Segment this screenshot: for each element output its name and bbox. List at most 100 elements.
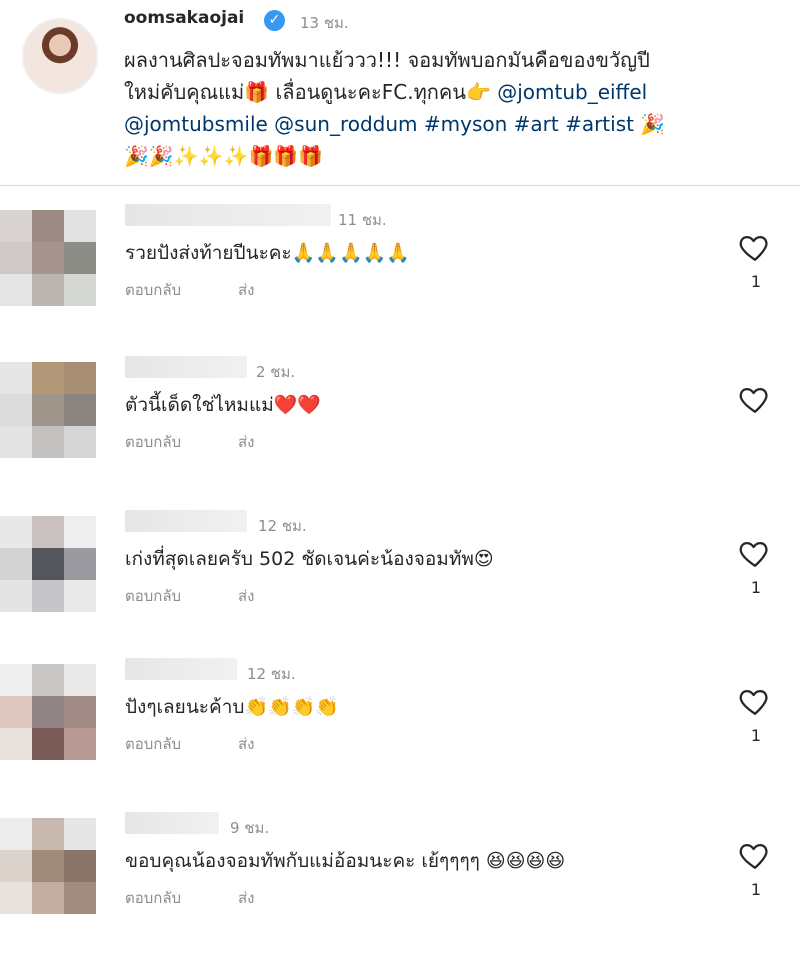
avatar-pixel [64, 242, 96, 274]
send-button[interactable]: ส่ง [238, 584, 254, 608]
avatar-pixel [32, 242, 64, 274]
avatar-pixel [32, 728, 64, 760]
comment-text: ปังๆเลยนะค้าบ👏👏👏👏 [125, 696, 340, 718]
send-button[interactable]: ส่ง [238, 278, 254, 302]
avatar-pixel [0, 850, 32, 882]
caption-line: ใหม่คับคุณแม่🎁 เลื่อนดูนะคะFC.ทุกคน👉 @jo… [124, 76, 784, 108]
avatar-pixel [0, 882, 32, 914]
avatar-pixel [64, 210, 96, 242]
comment-text: ตัวนี้เด็ดใช่ไหมแม่❤️❤️ [125, 394, 322, 416]
avatar-pixel [32, 696, 64, 728]
verified-icon: ✓ [264, 10, 285, 31]
comment-time[interactable]: 11 ชม. [338, 208, 387, 232]
avatar-pixel [64, 664, 96, 696]
avatar[interactable] [22, 18, 98, 94]
mention-link[interactable]: @jomtub_eiffel [497, 80, 647, 104]
avatar-pixel [32, 426, 64, 458]
heart-icon[interactable] [738, 684, 772, 718]
blurred-username[interactable] [125, 204, 331, 226]
post-caption: ผลงานศิลปะจอมทัพมาแย้ววว!!! จอมทัพบอกมัน… [124, 44, 784, 172]
avatar-pixel [32, 580, 64, 612]
avatar-pixel [64, 394, 96, 426]
avatar-pixel [32, 516, 64, 548]
avatar[interactable] [0, 210, 96, 306]
avatar-pixel [32, 210, 64, 242]
avatar-pixel [0, 818, 32, 850]
avatar-pixel [64, 850, 96, 882]
avatar-pixel [64, 818, 96, 850]
caption-line: @jomtubsmile @sun_roddum #myson #art #ar… [124, 108, 784, 140]
avatar-pixel [0, 362, 32, 394]
avatar-pixel [64, 548, 96, 580]
avatar-pixel [32, 362, 64, 394]
heart-icon[interactable] [738, 536, 772, 570]
caption-emoji: 🎉 [633, 112, 666, 136]
blurred-username[interactable] [125, 658, 237, 680]
avatar-pixel [32, 882, 64, 914]
tags-link[interactable]: @jomtubsmile @sun_roddum #myson #art #ar… [124, 112, 634, 136]
avatar-pixel [0, 394, 32, 426]
caption-text: ใหม่คับคุณแม่🎁 เลื่อนดูนะคะFC.ทุกคน👉 [124, 80, 498, 104]
avatar-pixel [64, 426, 96, 458]
comment-item: 11 ชม. รวยปังส่งท้ายปีนะคะ🙏🙏🙏🙏🙏 ตอบกลับ … [0, 200, 800, 350]
comment-time[interactable]: 12 ชม. [258, 514, 307, 538]
avatar-pixel [64, 696, 96, 728]
avatar-pixel [0, 210, 32, 242]
like-count: 1 [750, 578, 762, 597]
blurred-username[interactable] [125, 510, 247, 532]
send-button[interactable]: ส่ง [238, 886, 254, 910]
comment-item: 12 ชม. เก่งที่สุดเลยครับ 502 ชัดเจนค่ะน้… [0, 506, 800, 656]
comment-time[interactable]: 9 ชม. [230, 816, 269, 840]
avatar[interactable] [0, 818, 96, 914]
avatar-pixel [32, 548, 64, 580]
avatar-pixel [0, 548, 32, 580]
reply-button[interactable]: ตอบกลับ [125, 278, 181, 302]
blurred-username[interactable] [125, 356, 247, 378]
post-time[interactable]: 13 ชม. [300, 11, 349, 35]
reply-button[interactable]: ตอบกลับ [125, 430, 181, 454]
avatar-pixel [64, 274, 96, 306]
heart-icon[interactable] [738, 230, 772, 264]
comment-text: รวยปังส่งท้ายปีนะคะ🙏🙏🙏🙏🙏 [125, 242, 410, 264]
send-button[interactable]: ส่ง [238, 430, 254, 454]
reply-button[interactable]: ตอบกลับ [125, 732, 181, 756]
avatar-pixel [0, 580, 32, 612]
avatar[interactable] [0, 362, 96, 458]
heart-icon[interactable] [738, 838, 772, 872]
comment-item: 2 ชม. ตัวนี้เด็ดใช่ไหมแม่❤️❤️ ตอบกลับ ส่… [0, 352, 800, 502]
avatar-pixel [64, 728, 96, 760]
reply-button[interactable]: ตอบกลับ [125, 584, 181, 608]
post-username[interactable]: oomsakaojai [124, 8, 244, 28]
like-count: 1 [750, 272, 762, 291]
avatar-pixel [0, 728, 32, 760]
avatar[interactable] [0, 664, 96, 760]
avatar-pixel [0, 274, 32, 306]
comment-time[interactable]: 2 ชม. [256, 360, 295, 384]
avatar-pixel [32, 818, 64, 850]
reply-button[interactable]: ตอบกลับ [125, 886, 181, 910]
avatar-pixel [0, 516, 32, 548]
blurred-username[interactable] [125, 812, 219, 834]
heart-icon[interactable] [738, 382, 772, 416]
comment-text: เก่งที่สุดเลยครับ 502 ชัดเจนค่ะน้องจอมทั… [125, 548, 494, 570]
avatar-pixel [32, 850, 64, 882]
comment-time[interactable]: 12 ชม. [247, 662, 296, 686]
avatar-pixel [64, 516, 96, 548]
caption-line: ผลงานศิลปะจอมทัพมาแย้ววว!!! จอมทัพบอกมัน… [124, 48, 650, 72]
avatar-pixel [0, 426, 32, 458]
comment-item: 12 ชม. ปังๆเลยนะค้าบ👏👏👏👏 ตอบกลับ ส่ง 1 [0, 654, 800, 804]
like-count: 1 [750, 880, 762, 899]
comment-text: ขอบคุณน้องจอมทัพกับแม่อ้อมนะคะ เย้ๆๆๆๆ 😆… [125, 850, 566, 872]
send-button[interactable]: ส่ง [238, 732, 254, 756]
avatar-pixel [32, 394, 64, 426]
avatar-pixel [0, 664, 32, 696]
avatar-pixel [32, 664, 64, 696]
avatar-pixel [32, 274, 64, 306]
avatar-pixel [64, 580, 96, 612]
comment-item: 9 ชม. ขอบคุณน้องจอมทัพกับแม่อ้อมนะคะ เย้… [0, 808, 800, 958]
avatar-pixel [64, 882, 96, 914]
caption-line: 🎉🎉✨✨✨🎁🎁🎁 [124, 144, 324, 168]
post-header: oomsakaojai ✓ 13 ชม. ผลงานศิลปะจอมทัพมาแ… [0, 0, 800, 186]
avatar[interactable] [0, 516, 96, 612]
avatar-pixel [64, 362, 96, 394]
